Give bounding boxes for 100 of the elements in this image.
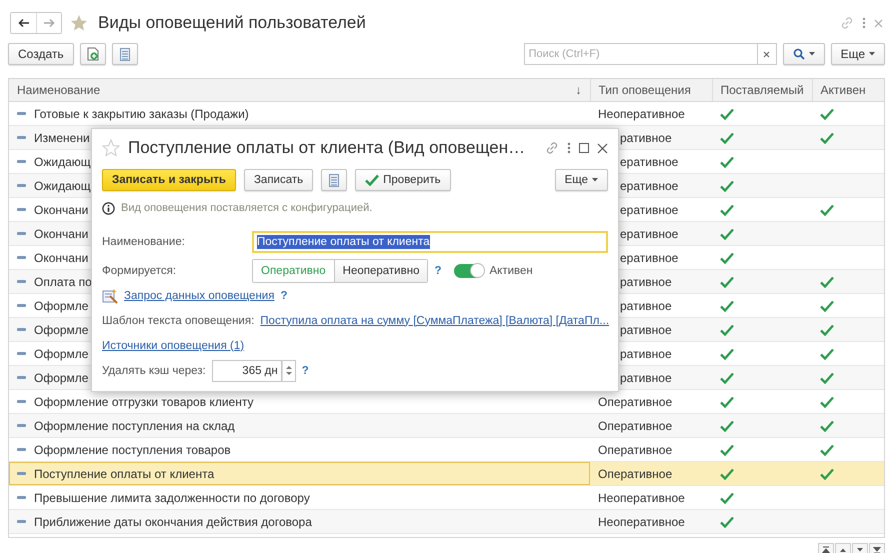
query-wizard-icon (102, 288, 118, 304)
item-marker-icon (17, 256, 26, 259)
cache-field[interactable]: 365 дн (212, 360, 282, 382)
template-link[interactable]: Поступила оплата на сумму [СуммаПлатежа] [Валюта] [ДатаПл... (260, 314, 610, 326)
sort-indicator: ↓ (576, 83, 582, 97)
check-icon (720, 444, 734, 456)
scroll-top-icon (822, 546, 830, 553)
item-marker-icon (17, 472, 26, 475)
item-marker-icon (17, 520, 26, 523)
check-icon (720, 420, 734, 432)
scroll-top-button[interactable] (818, 543, 834, 553)
star-icon[interactable] (102, 139, 120, 157)
item-marker-icon (17, 232, 26, 235)
scroll-bottom-icon (873, 546, 881, 553)
more-button[interactable]: Еще (830, 43, 885, 65)
check-icon (820, 444, 834, 456)
help-link[interactable]: ? (280, 290, 288, 302)
up-caret-icon (286, 366, 292, 369)
add-button[interactable] (80, 43, 106, 65)
table-cell: Окончани (34, 202, 88, 216)
check-button[interactable]: Проверить (355, 169, 451, 191)
save-button[interactable]: Записать (244, 169, 314, 191)
table-cell: Поступление оплаты от клиента (34, 466, 214, 480)
sources-link[interactable]: Источники оповещения (1) (102, 340, 244, 352)
table-cell: Окончани (34, 250, 88, 264)
table-cell: Оформление поступления товаров (34, 442, 231, 456)
more-button[interactable]: Еще (554, 169, 608, 191)
down-caret-icon (286, 372, 292, 375)
maximize-icon[interactable] (579, 143, 589, 153)
search-icon (792, 48, 805, 60)
query-link[interactable]: Запрос данных оповещения (124, 290, 274, 302)
scroll-bottom-button[interactable] (869, 543, 885, 553)
check-icon (820, 372, 834, 384)
link-icon[interactable] (545, 141, 559, 155)
table-cell: еративное (620, 226, 678, 240)
table-cell: Неоперативное (598, 514, 685, 528)
table-cell: Оформле (34, 370, 88, 384)
search-button[interactable] (782, 43, 825, 65)
table-cell: Ожидающ (34, 178, 91, 192)
list-icon (120, 48, 130, 60)
check-icon (820, 348, 834, 360)
scroll-down-icon (856, 546, 864, 553)
star-icon[interactable] (70, 14, 88, 32)
table-cell: ративное (620, 370, 672, 384)
close-icon (763, 50, 770, 58)
table-cell: ративное (620, 274, 672, 288)
table-cell: Оформле (34, 322, 88, 336)
create-button[interactable]: Создать (8, 43, 74, 65)
table-cell: Оперативное (598, 394, 672, 408)
help-link[interactable]: ? (302, 364, 309, 376)
scroll-down-button[interactable] (852, 543, 868, 553)
back-arrow-icon (18, 18, 30, 28)
item-marker-icon (17, 424, 26, 427)
check-icon (720, 492, 734, 504)
table-cell: ративное (620, 298, 672, 312)
item-marker-icon (17, 280, 26, 283)
active-toggle[interactable] (454, 264, 484, 278)
check-icon (820, 204, 834, 216)
check-icon (720, 156, 734, 168)
name-field[interactable]: Поступление оплаты от клиента (252, 230, 608, 252)
table-cell: Оперативное (598, 418, 672, 432)
check-icon (720, 516, 734, 528)
table-cell: еративное (620, 250, 678, 264)
item-marker-icon (17, 448, 26, 451)
caret-icon (869, 52, 875, 56)
check-icon (720, 372, 734, 384)
scroll-up-icon (839, 546, 847, 553)
clear-button[interactable] (756, 43, 777, 65)
item-marker-icon (17, 112, 26, 115)
scroll-up-button[interactable] (835, 543, 851, 553)
list-button[interactable] (321, 169, 348, 191)
table-cell: Оперативное (598, 442, 672, 456)
check-icon (720, 132, 734, 144)
mode-option[interactable]: Неоперативно (334, 260, 428, 282)
more-icon[interactable] (862, 17, 866, 29)
check-icon (720, 252, 734, 264)
check-icon (720, 204, 734, 216)
item-marker-icon (17, 328, 26, 331)
list-button[interactable] (112, 43, 138, 65)
info-icon (102, 202, 115, 214)
check-icon (720, 396, 734, 408)
check-icon (720, 228, 734, 240)
table-cell: Превышение лимита задолженности по договору (34, 490, 310, 504)
check-icon (720, 324, 734, 336)
save-close-button[interactable]: Записать и закрыть (102, 169, 236, 191)
close-icon[interactable] (597, 142, 608, 154)
item-marker-icon (17, 304, 26, 307)
table-cell: еративное (620, 178, 678, 192)
check-icon (820, 276, 834, 288)
item-marker-icon (17, 136, 26, 139)
check-icon (820, 108, 834, 120)
caret-icon (808, 52, 815, 56)
check-icon (720, 180, 734, 192)
table-cell: Приближение даты окончания действия договора (34, 514, 312, 528)
column-header[interactable]: Наименование (17, 83, 100, 97)
list-icon (329, 174, 340, 186)
more-icon[interactable] (567, 142, 571, 154)
search-field[interactable]: Поиск (Ctrl+F) (524, 43, 758, 65)
spinner-button[interactable] (282, 360, 296, 382)
item-marker-icon (17, 208, 26, 211)
